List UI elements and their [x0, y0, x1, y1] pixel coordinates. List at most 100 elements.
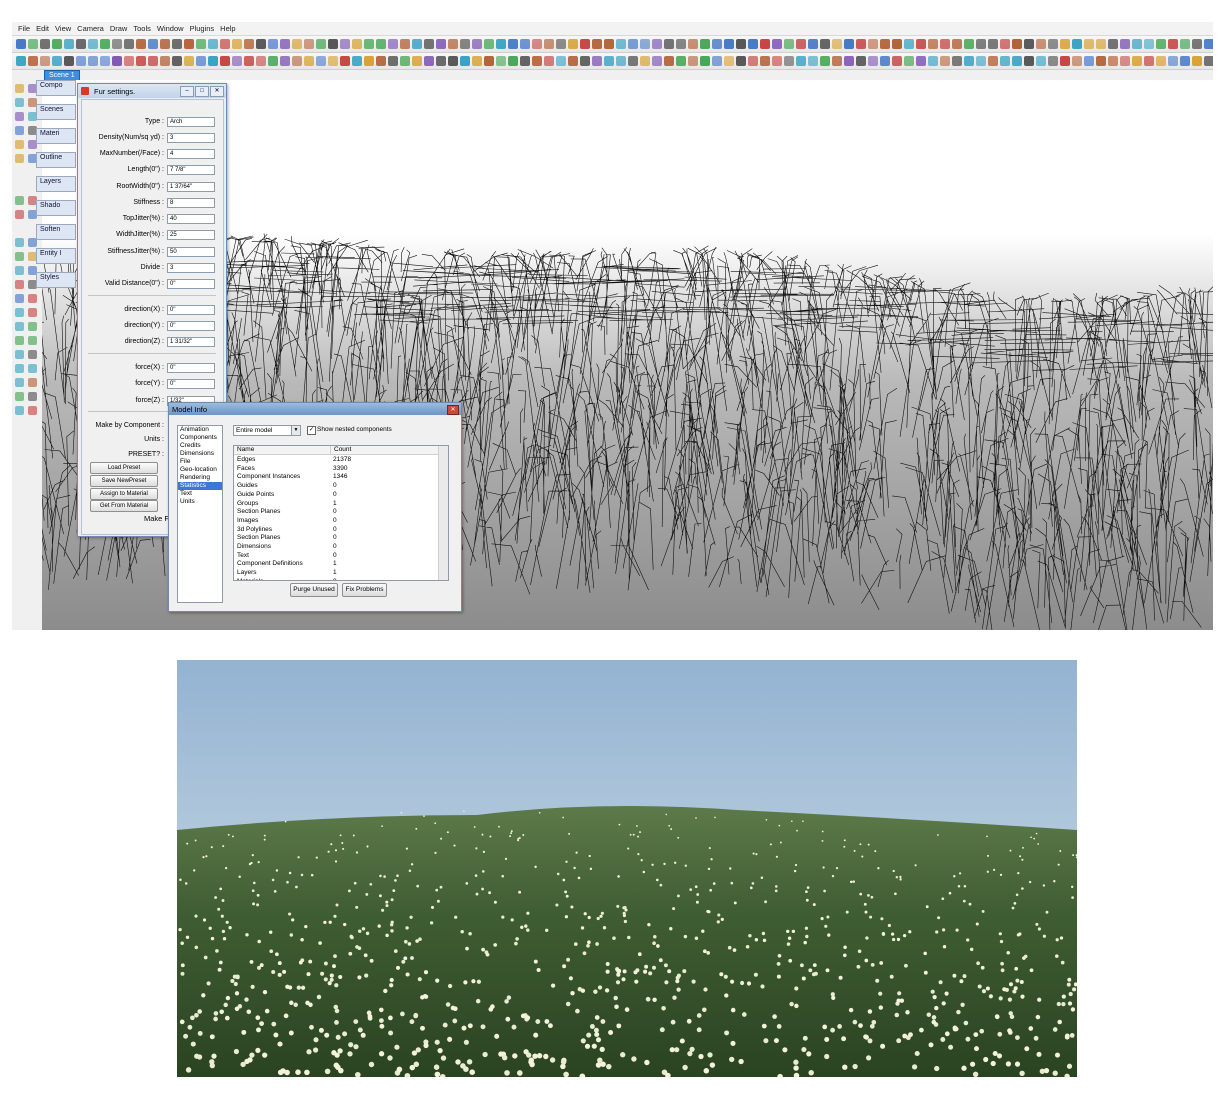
nav-item-text[interactable]: Text: [178, 490, 222, 498]
toolbar-tool-icon[interactable]: [616, 39, 626, 49]
toolbar-tool-icon[interactable]: [412, 56, 422, 66]
toolbar-tool-icon[interactable]: [1084, 39, 1094, 49]
toolbar-tool-icon[interactable]: [1072, 56, 1082, 66]
tray-entity-info[interactable]: Entity I: [36, 248, 76, 264]
toolbar-tool-icon[interactable]: [292, 39, 302, 49]
toolbar-tool-icon[interactable]: [676, 39, 686, 49]
toolbar-tool-icon[interactable]: [76, 39, 86, 49]
toolbar-tool-icon[interactable]: [712, 56, 722, 66]
tray-styles[interactable]: Styles: [36, 272, 76, 288]
maximize-button[interactable]: □: [195, 86, 209, 97]
toolbar-tool-icon[interactable]: [700, 39, 710, 49]
toolbar-tool-icon[interactable]: [964, 39, 974, 49]
toolbar-tool-icon[interactable]: [868, 56, 878, 66]
toolbar-tool-icon[interactable]: [556, 56, 566, 66]
toolbar-tool-icon[interactable]: [880, 56, 890, 66]
toolbar-tool-icon[interactable]: [472, 39, 482, 49]
menu-edit[interactable]: Edit: [36, 24, 49, 33]
toolbar-tool-icon[interactable]: [1108, 39, 1118, 49]
nav-item-geo-location[interactable]: Geo-location: [178, 466, 222, 474]
close-button[interactable]: ✕: [210, 86, 224, 97]
toolbar-tool-icon[interactable]: [892, 56, 902, 66]
toolbar-tool-icon[interactable]: [112, 56, 122, 66]
toolbar-tool-icon[interactable]: [364, 56, 374, 66]
palette-tool-icon[interactable]: [15, 98, 24, 107]
length-input[interactable]: 7 7/8": [167, 165, 215, 175]
tray-outliner[interactable]: Outline: [36, 152, 76, 168]
toolbar-tool-icon[interactable]: [1132, 56, 1142, 66]
toolbar-tool-icon[interactable]: [1120, 56, 1130, 66]
nav-item-units[interactable]: Units: [178, 498, 222, 506]
toolbar-tool-icon[interactable]: [796, 39, 806, 49]
toolbar-tool-icon[interactable]: [124, 39, 134, 49]
topjitter-input[interactable]: 40: [167, 214, 215, 224]
toolbar-tool-icon[interactable]: [880, 39, 890, 49]
toolbar-tool-icon[interactable]: [496, 56, 506, 66]
make-fur-button[interactable]: Make F: [144, 514, 169, 523]
toolbar-tool-icon[interactable]: [184, 56, 194, 66]
direction-y-input[interactable]: 0": [167, 321, 215, 331]
tray-components[interactable]: Compo: [36, 80, 76, 96]
toolbar-tool-icon[interactable]: [460, 39, 470, 49]
toolbar-tool-icon[interactable]: [40, 56, 50, 66]
toolbar-tool-icon[interactable]: [1012, 56, 1022, 66]
toolbar-tool-icon[interactable]: [484, 39, 494, 49]
toolbar-tool-icon[interactable]: [652, 56, 662, 66]
toolbar-tool-icon[interactable]: [64, 56, 74, 66]
toolbar-tool-icon[interactable]: [520, 39, 530, 49]
toolbar-tool-icon[interactable]: [1036, 56, 1046, 66]
toolbar-tool-icon[interactable]: [364, 39, 374, 49]
toolbar-tool-icon[interactable]: [436, 56, 446, 66]
toolbar-tool-icon[interactable]: [1204, 39, 1213, 49]
nav-item-file[interactable]: File: [178, 458, 222, 466]
toolbar-tool-icon[interactable]: [1096, 56, 1106, 66]
toolbar-tool-icon[interactable]: [160, 56, 170, 66]
palette-tool-icon[interactable]: [28, 364, 37, 373]
assign-to-material-button[interactable]: Assign to Material: [90, 488, 158, 500]
palette-tool-icon[interactable]: [15, 154, 24, 163]
toolbar-tool-icon[interactable]: [736, 39, 746, 49]
toolbar-tool-icon[interactable]: [520, 56, 530, 66]
toolbar-tool-icon[interactable]: [16, 39, 26, 49]
toolbar-tool-icon[interactable]: [100, 39, 110, 49]
toolbar-tool-icon[interactable]: [244, 56, 254, 66]
toolbar-tool-icon[interactable]: [352, 56, 362, 66]
palette-tool-icon[interactable]: [28, 406, 37, 415]
menu-view[interactable]: View: [55, 24, 71, 33]
toolbar-tool-icon[interactable]: [256, 56, 266, 66]
palette-tool-icon[interactable]: [15, 238, 24, 247]
toolbar-tool-icon[interactable]: [1024, 56, 1034, 66]
toolbar-tool-icon[interactable]: [688, 39, 698, 49]
toolbar-tool-icon[interactable]: [1156, 39, 1166, 49]
toolbar-tool-icon[interactable]: [820, 56, 830, 66]
palette-tool-icon[interactable]: [15, 210, 24, 219]
direction-x-input[interactable]: 0": [167, 305, 215, 315]
get-from-material-button[interactable]: Get From Material: [90, 500, 158, 512]
palette-tool-icon[interactable]: [28, 350, 37, 359]
toolbar-tool-icon[interactable]: [424, 56, 434, 66]
toolbar-tool-icon[interactable]: [724, 56, 734, 66]
nav-item-dimensions[interactable]: Dimensions: [178, 450, 222, 458]
palette-tool-icon[interactable]: [15, 322, 24, 331]
toolbar-tool-icon[interactable]: [1024, 39, 1034, 49]
palette-tool-icon[interactable]: [28, 322, 37, 331]
nav-item-animation[interactable]: Animation: [178, 426, 222, 434]
toolbar-tool-icon[interactable]: [160, 39, 170, 49]
toolbar-tool-icon[interactable]: [928, 56, 938, 66]
toolbar-tool-icon[interactable]: [1192, 56, 1202, 66]
toolbar-tool-icon[interactable]: [280, 56, 290, 66]
toolbar-tool-icon[interactable]: [976, 56, 986, 66]
toolbar-tool-icon[interactable]: [256, 39, 266, 49]
nav-item-credits[interactable]: Credits: [178, 442, 222, 450]
toolbar-tool-icon[interactable]: [280, 39, 290, 49]
palette-tool-icon[interactable]: [15, 196, 24, 205]
toolbar-tool-icon[interactable]: [952, 39, 962, 49]
toolbar-tool-icon[interactable]: [688, 56, 698, 66]
toolbar-tool-icon[interactable]: [1144, 56, 1154, 66]
toolbar-tool-icon[interactable]: [784, 56, 794, 66]
toolbar-tool-icon[interactable]: [844, 56, 854, 66]
scope-select[interactable]: Entire model ▼: [233, 425, 301, 436]
menu-draw[interactable]: Draw: [110, 24, 128, 33]
toolbar-tool-icon[interactable]: [1168, 56, 1178, 66]
toolbar-tool-icon[interactable]: [676, 56, 686, 66]
